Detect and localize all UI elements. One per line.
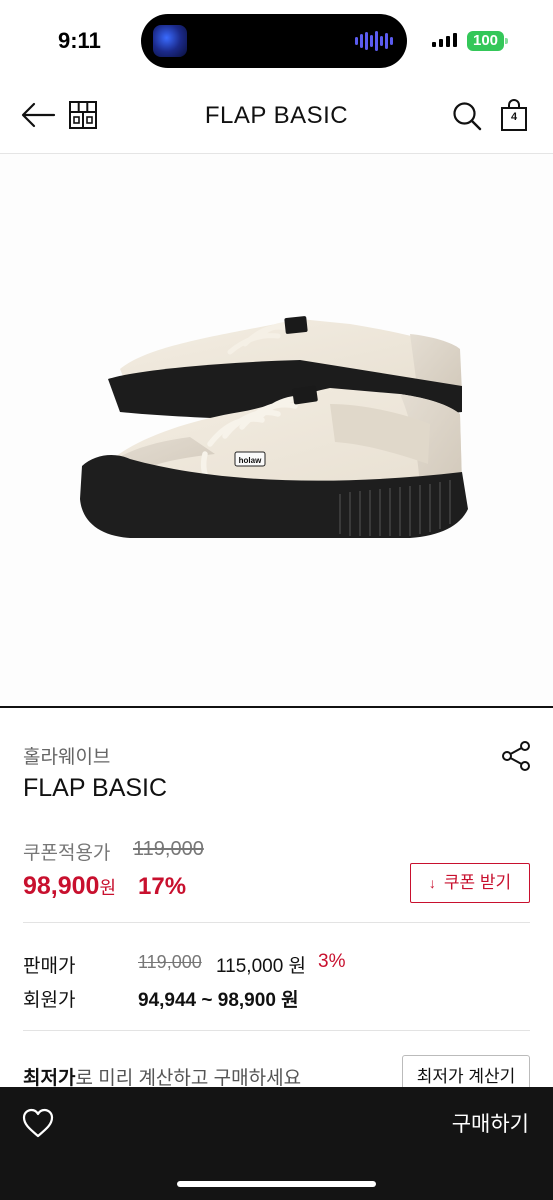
status-time: 9:11: [58, 28, 101, 53]
shopping-bag-button[interactable]: 4: [499, 98, 529, 132]
sale-price-original: 119,000: [138, 952, 202, 972]
share-icon[interactable]: [500, 740, 532, 772]
download-icon: ↓: [428, 875, 436, 891]
coupon-price-label: 쿠폰적용가: [23, 843, 111, 864]
sale-discount-rate: 3%: [318, 951, 346, 972]
lowest-price-note: 최저가로 미리 계산하고 구매하세요: [23, 1063, 301, 1090]
image-divider: [0, 706, 553, 708]
buy-button[interactable]: 구매하기: [452, 1108, 529, 1138]
sale-price: 115,000 원: [216, 956, 307, 977]
audio-waveform-icon: [355, 31, 393, 51]
cellular-signal-icon: [432, 33, 457, 47]
member-price: 94,944 ~ 98,900 원: [138, 990, 299, 1011]
currency-unit: 원: [99, 878, 117, 898]
home-indicator[interactable]: [177, 1181, 376, 1187]
heart-icon[interactable]: [21, 1107, 55, 1139]
battery-indicator: 100: [467, 31, 509, 51]
member-price-label: 회원가: [23, 990, 76, 1011]
original-price: 119,000: [133, 838, 204, 860]
section-divider: [23, 1030, 530, 1031]
section-divider: [23, 922, 530, 923]
coupon-price: 98,900원: [23, 872, 116, 901]
sale-price-label: 판매가: [23, 956, 76, 977]
coupon-discount-rate: 17%: [138, 873, 187, 900]
bottom-purchase-bar: 구매하기: [0, 1087, 553, 1200]
lowest-price-text: 로 미리 계산하고 구매하세요: [75, 1068, 302, 1089]
status-bar: 9:11 100: [0, 0, 553, 84]
search-icon[interactable]: [452, 101, 482, 131]
brand-name[interactable]: 홀라웨이브: [23, 742, 110, 769]
shoe-tag-label: holaw: [239, 456, 262, 465]
sneaker-illustration: holaw: [80, 316, 468, 538]
lowest-price-bold: 최저가: [23, 1068, 76, 1089]
now-playing-artwork: [153, 25, 187, 57]
coupon-price-value: 98,900: [23, 872, 100, 900]
app-header: FLAP BASIC 4: [0, 84, 553, 154]
get-coupon-label: 쿠폰 받기: [443, 873, 512, 892]
product-image[interactable]: holaw: [0, 154, 553, 706]
dynamic-island[interactable]: [141, 14, 407, 68]
get-coupon-button[interactable]: ↓ 쿠폰 받기: [410, 863, 530, 903]
product-name: FLAP BASIC: [23, 774, 168, 802]
cart-count-badge: 4: [510, 111, 518, 123]
